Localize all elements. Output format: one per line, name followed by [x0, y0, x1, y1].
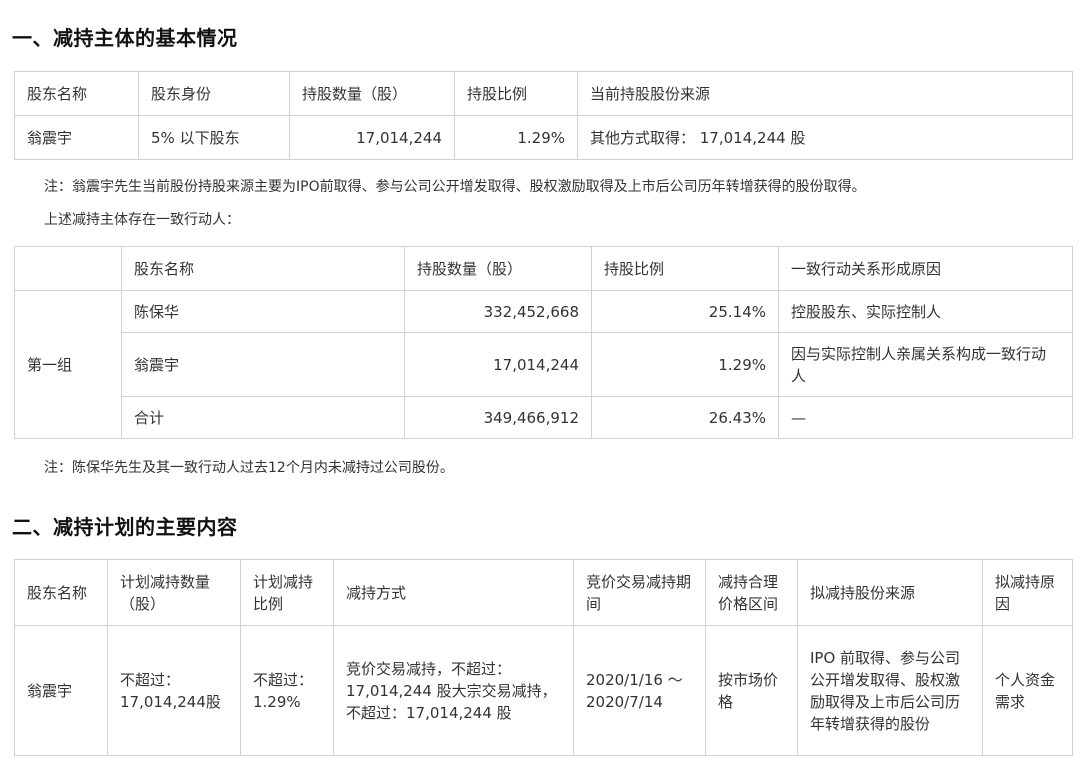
section2-title: 二、减持计划的主要内容 — [12, 515, 238, 539]
header-cell: 持股数量（股） — [289, 71, 455, 116]
table-row: 翁震宇 5% 以下股东 17,014,244 1.29% 其他方式取得： 17,… — [14, 115, 1073, 160]
cell-reason: 因与实际控制人亲属关系构成一致行动人 — [778, 332, 1073, 397]
header-cell: 计划减持数量（股） — [107, 559, 241, 626]
group-label: 第一组 — [14, 290, 122, 439]
cell-ratio: 1.29% — [454, 115, 578, 160]
header-cell: 当前持股股份来源 — [577, 71, 1073, 116]
table-header-row: 股东名称 股东身份 持股数量（股） 持股比例 当前持股股份来源 — [14, 71, 1073, 116]
cell-shares: 17,014,244 — [289, 115, 455, 160]
table-row: 合计 349,466,912 26.43% — — [15, 396, 1073, 439]
concert-party-table: 股东名称 持股数量（股） 持股比例 一致行动关系形成原因 第一组 陈保华 332… — [14, 246, 1073, 439]
table-header-row: 股东名称 计划减持数量（股） 计划减持比例 减持方式 竞价交易减持期间 减持合理… — [14, 559, 1073, 626]
cell-ratio: 1.29% — [591, 332, 779, 397]
cell-source: 其他方式取得： 17,014,244 股 — [577, 115, 1073, 160]
cell-reason: 控股股东、实际控制人 — [778, 290, 1073, 333]
cell-shares: 332,452,668 — [404, 290, 592, 333]
header-cell: 股东名称 — [14, 71, 139, 116]
header-cell: 减持方式 — [333, 559, 574, 626]
note-source: 注：翁震宇先生当前股份持股来源主要为IPO前取得、参与公司公开增发取得、股权激励… — [44, 179, 866, 195]
header-cell: 拟减持原因 — [982, 559, 1073, 626]
cell-name: 合计 — [121, 396, 405, 439]
reduction-plan-table: 股东名称 计划减持数量（股） 计划减持比例 减持方式 竞价交易减持期间 减持合理… — [14, 559, 1073, 756]
table-header-row: 股东名称 持股数量（股） 持股比例 一致行动关系形成原因 — [14, 246, 1073, 291]
section1-title: 一、减持主体的基本情况 — [12, 26, 238, 50]
cell-period: 2020/1/16 ～ 2020/7/14 — [573, 625, 706, 756]
cell-plan-ratio: 不超过：1.29% — [240, 625, 334, 756]
header-cell: 减持合理价格区间 — [705, 559, 798, 626]
cell-shares: 349,466,912 — [404, 396, 592, 439]
cell-name: 翁震宇 — [14, 115, 139, 160]
cell-name: 翁震宇 — [14, 625, 108, 756]
cell-reason: — — [778, 396, 1073, 439]
header-cell: 持股比例 — [591, 246, 779, 291]
header-cell: 持股数量（股） — [404, 246, 592, 291]
note-no-reduction: 注：陈保华先生及其一致行动人过去12个月内未减持过公司股份。 — [44, 460, 454, 476]
cell-ratio: 26.43% — [591, 396, 779, 439]
cell-shares: 17,014,244 — [404, 332, 592, 397]
table-row: 翁震宇 17,014,244 1.29% 因与实际控制人亲属关系构成一致行动人 — [15, 332, 1073, 397]
table-row: 第一组 陈保华 332,452,668 25.14% 控股股东、实际控制人 — [14, 290, 1073, 439]
header-cell: 一致行动关系形成原因 — [778, 246, 1073, 291]
cell-name: 陈保华 — [121, 290, 405, 333]
header-cell: 拟减持股份来源 — [797, 559, 983, 626]
header-cell: 计划减持比例 — [240, 559, 334, 626]
cell-name: 翁震宇 — [121, 332, 405, 397]
note-concert: 上述减持主体存在一致行动人： — [44, 212, 240, 228]
table-row: 翁震宇 不超过：17,014,244股 不超过：1.29% 竞价交易减持，不超过… — [14, 625, 1073, 756]
cell-ratio: 25.14% — [591, 290, 779, 333]
holder-basic-table: 股东名称 股东身份 持股数量（股） 持股比例 当前持股股份来源 翁震宇 5% 以… — [14, 71, 1073, 160]
header-cell: 股东身份 — [138, 71, 290, 116]
cell-share-source: IPO 前取得、参与公司公开增发取得、股权激励取得及上市后公司历年转增获得的股份 — [797, 625, 983, 756]
cell-identity: 5% 以下股东 — [138, 115, 290, 160]
header-cell — [14, 246, 122, 291]
cell-price-range: 按市场价格 — [705, 625, 798, 756]
cell-method: 竞价交易减持，不超过：17,014,244 股大宗交易减持，不超过：17,014… — [333, 625, 574, 756]
cell-reason: 个人资金需求 — [982, 625, 1073, 756]
header-cell: 股东名称 — [14, 559, 108, 626]
header-cell: 股东名称 — [121, 246, 405, 291]
header-cell: 持股比例 — [454, 71, 578, 116]
header-cell: 竞价交易减持期间 — [573, 559, 706, 626]
cell-plan-shares: 不超过：17,014,244股 — [107, 625, 241, 756]
